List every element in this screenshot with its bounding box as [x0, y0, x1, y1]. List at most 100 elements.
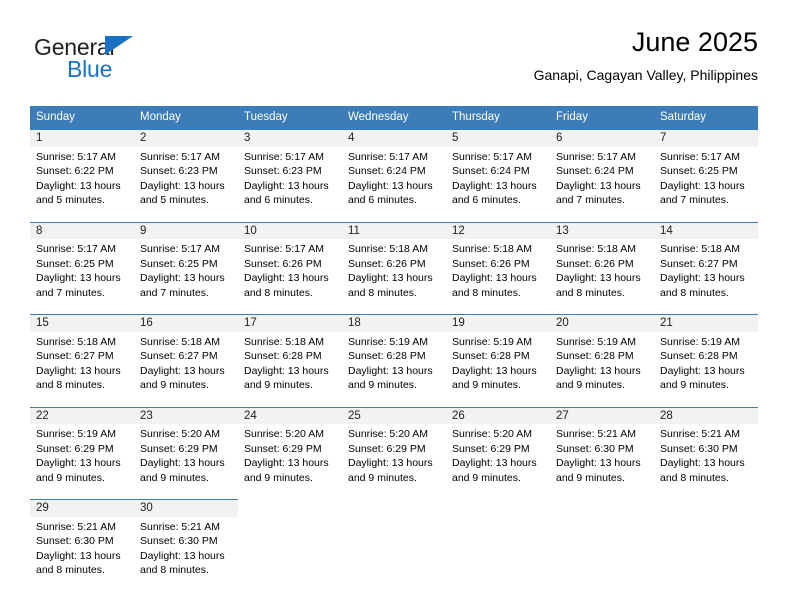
daylight-text2: and 6 minutes. [452, 194, 521, 206]
weekday-header-sunday: Sunday [30, 106, 134, 130]
day-cell[interactable]: Sunrise: 5:18 AM Sunset: 6:26 PM Dayligh… [446, 239, 550, 304]
sunset-text: Sunset: 6:28 PM [556, 350, 634, 362]
day-number[interactable]: 19 [446, 314, 550, 332]
daylight-text: Daylight: 13 hours [36, 457, 121, 469]
day-cell[interactable]: Sunrise: 5:18 AM Sunset: 6:26 PM Dayligh… [342, 239, 446, 304]
day-number[interactable]: 24 [238, 406, 342, 424]
day-cell[interactable]: Sunrise: 5:21 AM Sunset: 6:30 PM Dayligh… [654, 424, 758, 489]
sunset-text: Sunset: 6:26 PM [452, 257, 530, 270]
day-cell[interactable]: Sunrise: 5:20 AM Sunset: 6:29 PM Dayligh… [238, 424, 342, 489]
week-4-daynum-row: 22 23 24 25 26 27 28 [30, 406, 758, 424]
sunset-text: Sunset: 6:27 PM [660, 257, 738, 270]
day-cell[interactable]: Sunrise: 5:20 AM Sunset: 6:29 PM Dayligh… [342, 424, 446, 489]
day-cell[interactable]: Sunrise: 5:17 AM Sunset: 6:23 PM Dayligh… [238, 146, 342, 212]
day-cell[interactable]: Sunrise: 5:17 AM Sunset: 6:26 PM Dayligh… [238, 239, 342, 304]
sunset-text: Sunset: 6:29 PM [36, 442, 114, 455]
daylight-text: Daylight: 13 hours [140, 549, 225, 562]
day-number[interactable]: 18 [342, 314, 446, 332]
day-number[interactable]: 17 [238, 314, 342, 332]
day-number[interactable]: 9 [134, 221, 238, 239]
daylight-text2: and 5 minutes. [36, 194, 105, 206]
sunrise-text: Sunrise: 5:18 AM [36, 335, 116, 348]
day-cell[interactable]: Sunrise: 5:20 AM Sunset: 6:29 PM Dayligh… [134, 424, 238, 489]
day-number[interactable]: 11 [342, 221, 446, 239]
day-number[interactable]: 21 [654, 314, 758, 332]
sunset-text: Sunset: 6:26 PM [244, 257, 322, 270]
sunset-text: Sunset: 6:23 PM [244, 165, 322, 177]
day-number[interactable]: 1 [30, 129, 134, 147]
day-cell[interactable]: Sunrise: 5:17 AM Sunset: 6:25 PM Dayligh… [30, 239, 134, 304]
week-separator [30, 396, 758, 407]
sunrise-text: Sunrise: 5:20 AM [140, 428, 220, 440]
daylight-text2: and 9 minutes. [36, 471, 105, 484]
daylight-text: Daylight: 13 hours [348, 457, 433, 469]
day-number[interactable]: 2 [134, 129, 238, 147]
sunset-text: Sunset: 6:24 PM [556, 165, 634, 177]
day-cell[interactable]: Sunrise: 5:19 AM Sunset: 6:29 PM Dayligh… [30, 424, 134, 489]
day-number[interactable]: 30 [134, 499, 238, 517]
day-cell[interactable]: Sunrise: 5:17 AM Sunset: 6:24 PM Dayligh… [550, 146, 654, 212]
day-cell[interactable]: Sunrise: 5:17 AM Sunset: 6:25 PM Dayligh… [134, 239, 238, 304]
day-number[interactable]: 20 [550, 314, 654, 332]
daylight-text: Daylight: 13 hours [660, 457, 745, 469]
sunset-text: Sunset: 6:22 PM [36, 165, 114, 177]
day-number[interactable]: 13 [550, 221, 654, 239]
day-number[interactable]: 23 [134, 406, 238, 424]
day-cell[interactable]: Sunrise: 5:18 AM Sunset: 6:27 PM Dayligh… [654, 239, 758, 304]
daylight-text2: and 8 minutes. [140, 564, 209, 576]
day-cell[interactable]: Sunrise: 5:17 AM Sunset: 6:24 PM Dayligh… [446, 146, 550, 212]
sunset-text: Sunset: 6:23 PM [140, 165, 218, 177]
day-cell[interactable]: Sunrise: 5:20 AM Sunset: 6:29 PM Dayligh… [446, 424, 550, 489]
day-cell[interactable]: Sunrise: 5:21 AM Sunset: 6:30 PM Dayligh… [550, 424, 654, 489]
day-cell[interactable]: Sunrise: 5:19 AM Sunset: 6:28 PM Dayligh… [550, 331, 654, 397]
day-number[interactable]: 29 [30, 499, 134, 517]
day-number[interactable]: 16 [134, 314, 238, 332]
week-separator [30, 211, 758, 222]
generalblue-logo[interactable]: General Blue [34, 34, 204, 90]
day-number[interactable]: 14 [654, 221, 758, 239]
day-cell[interactable]: Sunrise: 5:17 AM Sunset: 6:25 PM Dayligh… [654, 146, 758, 212]
day-number[interactable]: 3 [238, 129, 342, 147]
day-cell[interactable]: Sunrise: 5:19 AM Sunset: 6:28 PM Dayligh… [342, 331, 446, 397]
day-number[interactable]: 28 [654, 406, 758, 424]
day-number[interactable]: 27 [550, 406, 654, 424]
day-number[interactable]: 4 [342, 129, 446, 147]
day-number[interactable]: 7 [654, 129, 758, 147]
sunrise-text: Sunrise: 5:17 AM [348, 150, 428, 163]
day-cell[interactable]: Sunrise: 5:21 AM Sunset: 6:30 PM Dayligh… [30, 516, 134, 582]
day-number-empty [238, 499, 342, 517]
daylight-text: Daylight: 13 hours [36, 364, 121, 377]
day-number[interactable]: 8 [30, 221, 134, 239]
day-cell[interactable]: Sunrise: 5:17 AM Sunset: 6:22 PM Dayligh… [30, 146, 134, 212]
sunset-text: Sunset: 6:26 PM [556, 257, 634, 270]
daylight-text2: and 8 minutes. [36, 379, 105, 391]
daylight-text: Daylight: 13 hours [660, 272, 745, 284]
day-number[interactable]: 22 [30, 406, 134, 424]
day-cell[interactable]: Sunrise: 5:19 AM Sunset: 6:28 PM Dayligh… [446, 331, 550, 397]
sunrise-text: Sunrise: 5:18 AM [140, 335, 220, 348]
day-number[interactable]: 25 [342, 406, 446, 424]
day-number[interactable]: 6 [550, 129, 654, 147]
day-number[interactable]: 10 [238, 221, 342, 239]
day-number-empty [342, 499, 446, 517]
day-cell[interactable]: Sunrise: 5:18 AM Sunset: 6:27 PM Dayligh… [30, 331, 134, 397]
calendar-body: 1 2 3 4 5 6 7 Sunrise: 5:17 AM Sunset: 6… [30, 129, 758, 582]
sunrise-text: Sunrise: 5:17 AM [140, 150, 220, 163]
day-cell[interactable]: Sunrise: 5:18 AM Sunset: 6:26 PM Dayligh… [550, 239, 654, 304]
daylight-text2: and 8 minutes. [348, 286, 417, 299]
day-number[interactable]: 26 [446, 406, 550, 424]
day-cell[interactable]: Sunrise: 5:17 AM Sunset: 6:23 PM Dayligh… [134, 146, 238, 212]
day-cell[interactable]: Sunrise: 5:17 AM Sunset: 6:24 PM Dayligh… [342, 146, 446, 212]
day-cell[interactable]: Sunrise: 5:19 AM Sunset: 6:28 PM Dayligh… [654, 331, 758, 397]
daylight-text: Daylight: 13 hours [348, 179, 433, 192]
daylight-text2: and 9 minutes. [244, 379, 313, 391]
day-cell[interactable]: Sunrise: 5:18 AM Sunset: 6:27 PM Dayligh… [134, 331, 238, 397]
title-block: June 2025 Ganapi, Cagayan Valley, Philip… [534, 26, 758, 84]
day-cell[interactable]: Sunrise: 5:18 AM Sunset: 6:28 PM Dayligh… [238, 331, 342, 397]
day-number[interactable]: 12 [446, 221, 550, 239]
day-cell[interactable]: Sunrise: 5:21 AM Sunset: 6:30 PM Dayligh… [134, 516, 238, 582]
sunrise-text: Sunrise: 5:17 AM [244, 243, 324, 255]
day-number[interactable]: 5 [446, 129, 550, 147]
week-separator-cell [30, 396, 758, 407]
day-number[interactable]: 15 [30, 314, 134, 332]
